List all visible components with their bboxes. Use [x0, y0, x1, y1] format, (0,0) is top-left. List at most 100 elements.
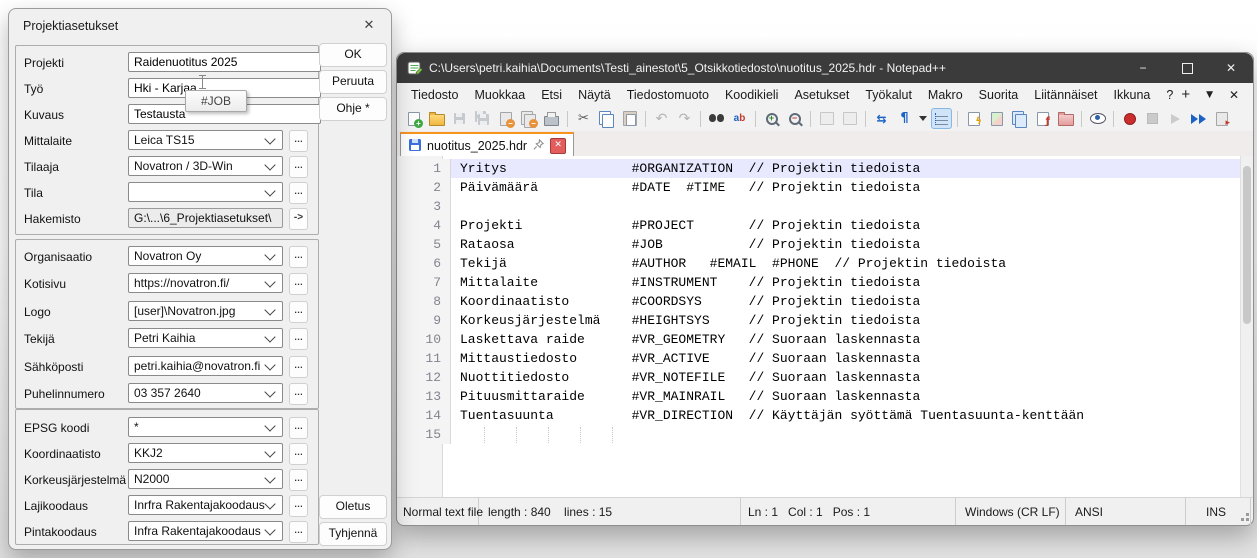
zoom-out-button[interactable]: −	[784, 108, 805, 129]
print-button[interactable]	[541, 108, 562, 129]
row-tekija: Tekijä Petri Kaihia …	[16, 328, 318, 350]
tilaaja-combo[interactable]: Novatron / 3D-Win	[128, 156, 283, 176]
resize-grip[interactable]	[1246, 518, 1249, 521]
menu-nayta[interactable]: Näytä	[570, 84, 619, 106]
macro-run-multiple-button[interactable]	[1188, 108, 1209, 129]
tab-nuotitus-2025[interactable]: nuotitus_2025.hdr ✕	[400, 132, 574, 158]
document-list-button[interactable]	[1009, 108, 1030, 129]
projekti-input[interactable]	[128, 52, 321, 72]
sync-scroll-horizontal-button[interactable]	[839, 108, 860, 129]
menu-makro[interactable]: Makro	[920, 84, 971, 106]
menu-koodikieli[interactable]: Koodikieli	[717, 84, 787, 106]
show-indent-guide-button[interactable]	[931, 108, 952, 129]
zoom-in-button[interactable]: +	[761, 108, 782, 129]
tilaaja-browse-button[interactable]: …	[289, 156, 308, 178]
korkeusjarjestelma-combo[interactable]: N2000	[128, 469, 283, 489]
kotisivu-browse-button[interactable]: …	[289, 273, 308, 295]
menu-liitannaiset[interactable]: Liitännäiset	[1026, 84, 1105, 106]
new-tab-button[interactable]: +	[1181, 87, 1190, 102]
default-button[interactable]: Oletus	[319, 495, 387, 519]
menu-asetukset[interactable]: Asetukset	[786, 84, 857, 106]
tekija-browse-button[interactable]: …	[289, 328, 308, 350]
epsg-browse-button[interactable]: …	[289, 417, 308, 439]
minimize-button[interactable]: −	[1121, 53, 1165, 83]
organisaatio-browse-button[interactable]: …	[289, 246, 308, 268]
vertical-scrollbar[interactable]	[1240, 156, 1253, 498]
menu-help[interactable]: ?	[1158, 84, 1181, 106]
help-button[interactable]: Ohje *	[319, 97, 387, 121]
menu-tiedosto[interactable]: Tiedosto	[403, 84, 466, 106]
lajikoodaus-combo[interactable]: Inrfra Rakentajakoodaus	[128, 495, 283, 515]
sahkoposti-combo[interactable]: petri.kaihia@novatron.fi	[128, 356, 283, 376]
cancel-button[interactable]: Peruuta	[319, 70, 387, 94]
maximize-button[interactable]	[1165, 53, 1209, 83]
document-map-button[interactable]	[986, 108, 1007, 129]
pintakoodaus-browse-button[interactable]: …	[289, 521, 308, 543]
macro-save-button[interactable]: ▸	[1211, 108, 1232, 129]
save-button[interactable]	[449, 108, 470, 129]
close-tab-button[interactable]: ✕	[1229, 88, 1239, 102]
find-button[interactable]	[706, 108, 727, 129]
close-all-files-button[interactable]: −	[518, 108, 539, 129]
show-all-characters-button[interactable]: ¶	[894, 108, 915, 129]
save-all-button[interactable]	[472, 108, 493, 129]
close-button[interactable]: ✕	[1209, 53, 1253, 83]
word-wrap-button[interactable]: ⇆	[871, 108, 892, 129]
titlebar[interactable]: C:\Users\petri.kaihia\Documents\Testi_ai…	[397, 53, 1253, 83]
monitoring-eye-button[interactable]	[1087, 108, 1108, 129]
pintakoodaus-combo[interactable]: Infra Rakentajakoodaus	[128, 521, 283, 541]
korkeusjarjestelma-browse-button[interactable]: …	[289, 469, 308, 491]
status-encoding[interactable]: ANSI	[1066, 498, 1186, 525]
open-directory-button[interactable]: ->	[289, 208, 308, 230]
mittalaite-browse-button[interactable]: …	[289, 130, 308, 152]
tab-list-icon[interactable]: ▼	[1206, 90, 1213, 100]
logo-browse-button[interactable]: …	[289, 301, 308, 323]
ok-button[interactable]: OK	[319, 43, 387, 67]
dialog-close-icon[interactable]: ✕	[360, 17, 378, 35]
function-list-button[interactable]: ƒ	[1032, 108, 1053, 129]
scrollbar-thumb[interactable]	[1243, 166, 1251, 324]
macro-play-button[interactable]	[1165, 108, 1186, 129]
undo-button[interactable]: ↶	[651, 108, 672, 129]
replace-button[interactable]: ab	[729, 108, 750, 129]
folder-as-workspace-button[interactable]	[1055, 108, 1076, 129]
show-all-characters-dropdown[interactable]	[917, 108, 929, 129]
paste-button[interactable]	[619, 108, 640, 129]
macro-record-button[interactable]	[1119, 108, 1140, 129]
koordinaatisto-browse-button[interactable]: …	[289, 443, 308, 465]
menu-etsi[interactable]: Etsi	[533, 84, 570, 106]
clear-button[interactable]: Tyhjennä	[319, 522, 387, 546]
macro-stop-button[interactable]	[1142, 108, 1163, 129]
menu-tiedostomuoto[interactable]: Tiedostomuoto	[619, 84, 717, 106]
tab-close-icon[interactable]: ✕	[550, 138, 566, 154]
doc-shortcut-button[interactable]: ϟ	[963, 108, 984, 129]
sync-scroll-vertical-button[interactable]	[816, 108, 837, 129]
tila-browse-button[interactable]: …	[289, 182, 308, 204]
sahkoposti-browse-button[interactable]: …	[289, 356, 308, 378]
close-file-button[interactable]: −	[495, 108, 516, 129]
puhelinnumero-combo[interactable]: 03 357 2640	[128, 383, 283, 403]
kotisivu-combo[interactable]: https://novatron.fi/	[128, 273, 283, 293]
organisaatio-combo[interactable]: Novatron Oy	[128, 246, 283, 266]
menu-suorita[interactable]: Suorita	[971, 84, 1027, 106]
epsg-combo[interactable]: *	[128, 417, 283, 437]
editor[interactable]: 1Yritys #ORGANIZATION // Projektin tiedo…	[397, 156, 1253, 498]
pin-icon[interactable]	[532, 138, 545, 154]
logo-combo[interactable]: [user]\Novatron.jpg	[128, 301, 283, 321]
koordinaatisto-combo[interactable]: KKJ2	[128, 443, 283, 463]
tila-combo[interactable]	[128, 182, 283, 202]
status-insert-mode[interactable]: INS	[1186, 498, 1251, 525]
menu-ikkuna[interactable]: Ikkuna	[1106, 84, 1159, 106]
menu-muokkaa[interactable]: Muokkaa	[466, 84, 533, 106]
puhelinnumero-browse-button[interactable]: …	[289, 383, 308, 405]
redo-button[interactable]: ↷	[674, 108, 695, 129]
status-eol-format[interactable]: Windows (CR LF)	[956, 498, 1066, 525]
lajikoodaus-browse-button[interactable]: …	[289, 495, 308, 517]
menu-tyokalut[interactable]: Työkalut	[857, 84, 920, 106]
copy-button[interactable]	[596, 108, 617, 129]
new-file-button[interactable]: +	[403, 108, 424, 129]
cut-button[interactable]: ✂	[573, 108, 594, 129]
tekija-combo[interactable]: Petri Kaihia	[128, 328, 283, 348]
open-folder-button[interactable]	[426, 108, 447, 129]
mittalaite-combo[interactable]: Leica TS15	[128, 130, 283, 150]
